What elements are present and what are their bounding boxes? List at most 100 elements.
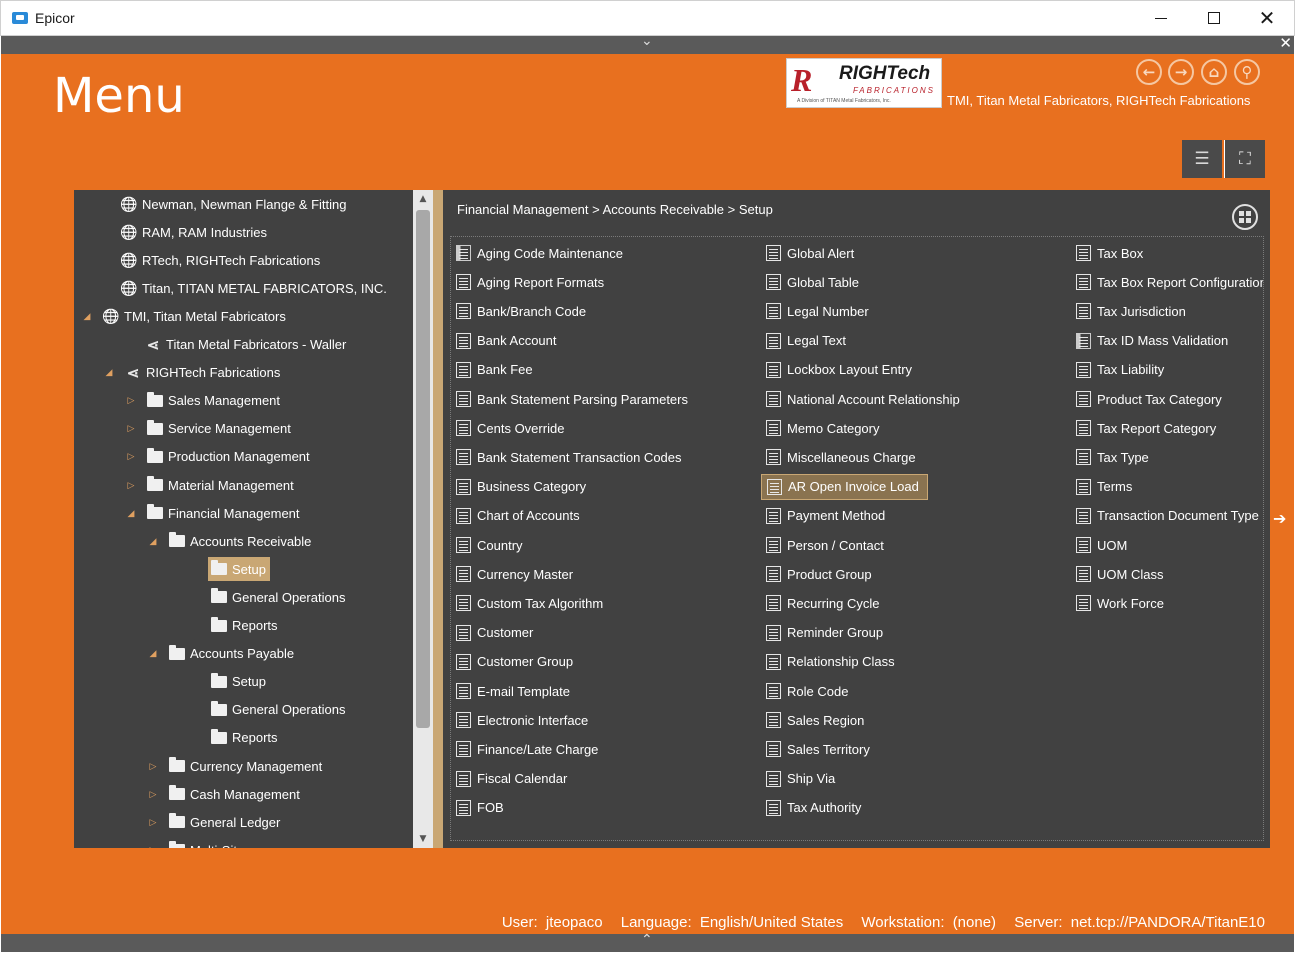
menu-item[interactable]: Product Tax Category [1071,386,1230,412]
tree-scrollbar[interactable]: ▲ ▼ [413,190,433,848]
tree-item[interactable]: ◢ ⋖ RIGHTech Fabrications [102,361,281,385]
menu-item[interactable]: Finance/Late Charge [451,736,606,762]
menu-item[interactable]: Global Table [761,269,867,295]
menu-item[interactable]: Tax Report Category [1071,415,1224,441]
expander-icon[interactable]: ▷ [146,789,160,800]
tree-item[interactable]: ▷ Service Management [124,417,291,441]
menu-item[interactable]: National Account Relationship [761,386,968,412]
minimize-button[interactable] [1135,1,1187,37]
menu-item[interactable]: Electronic Interface [451,707,596,733]
menu-item[interactable]: Bank/Branch Code [451,298,594,324]
bottom-collapse-strip[interactable]: ⌃ [1,932,1294,952]
tree-item[interactable]: ◢ Accounts Payable [146,642,294,666]
expander-icon[interactable]: ▷ [124,423,138,434]
menu-tree[interactable]: 🌐 Newman, Newman Flange & Fitting 🌐 RAM, RA… [74,190,413,848]
menu-item[interactable]: UOM [1071,532,1135,558]
menu-item[interactable]: Custom Tax Algorithm [451,590,611,616]
menu-item[interactable]: Country [451,532,531,558]
menu-item[interactable]: Recurring Cycle [761,590,887,616]
breadcrumb-item[interactable]: Setup [739,202,773,217]
tree-item[interactable]: 🌐 Titan, TITAN METAL FABRICATORS, INC. [98,276,387,300]
tree-item-selected[interactable]: Setup [208,557,270,582]
menu-item[interactable]: Tax Jurisdiction [1071,298,1194,324]
menu-item[interactable]: Miscellaneous Charge [761,444,924,470]
tree-item[interactable]: ▷ Multi-Site [146,838,244,848]
menu-item[interactable]: Bank Statement Parsing Parameters [451,386,696,412]
menu-item[interactable]: Aging Code Maintenance [451,240,631,266]
menu-item[interactable]: Reminder Group [761,620,891,646]
tree-item[interactable]: Setup [188,670,266,694]
menu-item[interactable]: Bank Account [451,328,565,354]
menu-item[interactable]: Work Force [1071,590,1172,616]
expander-icon[interactable]: ▷ [146,761,160,772]
tree-item[interactable]: ▷ Production Management [124,445,310,469]
menu-item[interactable]: Relationship Class [761,649,903,675]
expander-icon[interactable]: ◢ [80,311,94,322]
expander-icon[interactable]: ▷ [124,451,138,462]
scroll-thumb[interactable] [416,210,430,728]
search-icon[interactable]: ⚲ [1234,59,1260,85]
menu-item[interactable]: Fiscal Calendar [451,766,575,792]
chevron-down-icon[interactable]: ⌄ [641,33,653,49]
forward-icon[interactable]: → [1168,59,1194,85]
menu-item[interactable]: Lockbox Layout Entry [761,357,920,383]
tree-item[interactable]: Reports [188,726,278,750]
expander-icon[interactable]: ◢ [124,508,138,519]
scroll-down-icon[interactable]: ▼ [413,830,433,848]
menu-item[interactable]: Sales Territory [761,736,878,762]
menu-item[interactable]: Customer [451,620,541,646]
menu-item[interactable]: UOM Class [1071,561,1171,587]
menu-item[interactable]: Ship Via [761,766,843,792]
expander-icon[interactable]: ◢ [146,536,160,547]
tree-item[interactable]: ▷ General Ledger [146,810,280,834]
menu-item[interactable]: Business Category [451,474,594,500]
menu-item[interactable]: Tax Box Report Configuration [1071,269,1263,295]
menu-item[interactable]: Cents Override [451,415,572,441]
tree-item[interactable]: ▷ Cash Management [146,782,300,806]
menu-item[interactable]: AR Open Invoice Load [761,473,928,500]
menu-item[interactable]: Bank Statement Transaction Codes [451,444,690,470]
menu-item[interactable]: Transaction Document Type [1071,503,1263,529]
tree-item[interactable]: Setup [186,557,270,582]
panel-splitter[interactable] [433,190,443,848]
breadcrumb-item[interactable]: Accounts Receivable [603,202,724,217]
menu-item[interactable]: Tax Type [1071,444,1157,470]
menu-item[interactable]: Legal Text [761,328,854,354]
menu-item[interactable]: Tax ID Mass Validation [1071,328,1236,354]
tree-item[interactable]: ◢ Financial Management [124,501,300,525]
menu-item[interactable]: Terms [1071,474,1140,500]
expander-icon[interactable]: ▷ [124,480,138,491]
menu-item[interactable]: E-mail Template [451,678,578,704]
menu-item[interactable]: Person / Contact [761,532,892,558]
menu-item[interactable]: Customer Group [451,649,581,675]
tree-item[interactable]: 🌐 RTech, RIGHTech Fabrications [98,248,320,272]
expander-icon[interactable]: ▷ [146,845,160,848]
menu-item[interactable]: Product Group [761,561,880,587]
menu-item[interactable]: Memo Category [761,415,887,441]
tree-item[interactable]: ▷ Sales Management [124,389,280,413]
breadcrumb-item[interactable]: Financial Management [457,202,589,217]
scroll-up-icon[interactable]: ▲ [413,190,433,208]
tree-item[interactable]: ▷ Currency Management [146,754,322,778]
menu-item[interactable]: Chart of Accounts [451,503,588,529]
tree-item[interactable]: ◢ 🌐 TMI, Titan Metal Fabricators [80,304,286,328]
menu-item[interactable]: Tax Authority [761,795,869,821]
menu-item[interactable]: Payment Method [761,503,893,529]
menu-item[interactable]: Bank Fee [451,357,541,383]
close-window-button[interactable]: ✕ [1241,1,1293,37]
tree-item[interactable]: ⋖ Titan Metal Fabricators - Waller [122,333,347,357]
back-icon[interactable]: ← [1136,59,1162,85]
list-view-button[interactable]: ☰ [1182,140,1222,178]
tree-item[interactable]: 🌐 RAM, RAM Industries [98,220,267,244]
expander-icon[interactable]: ▷ [124,395,138,406]
tree-item[interactable]: General Operations [188,585,345,609]
menu-item[interactable]: FOB [451,795,512,821]
tile-view-icon[interactable] [1232,204,1258,230]
home-icon[interactable]: ⌂ [1201,59,1227,85]
menu-item[interactable]: Global Alert [761,240,862,266]
tree-item[interactable]: Reports [188,614,278,638]
chevron-up-icon[interactable]: ⌃ [641,932,653,948]
top-collapse-strip[interactable]: ⌄ ✕ [1,33,1294,54]
tree-item[interactable]: 🌐 Newman, Newman Flange & Fitting [98,192,346,216]
menu-item[interactable]: Currency Master [451,561,581,587]
